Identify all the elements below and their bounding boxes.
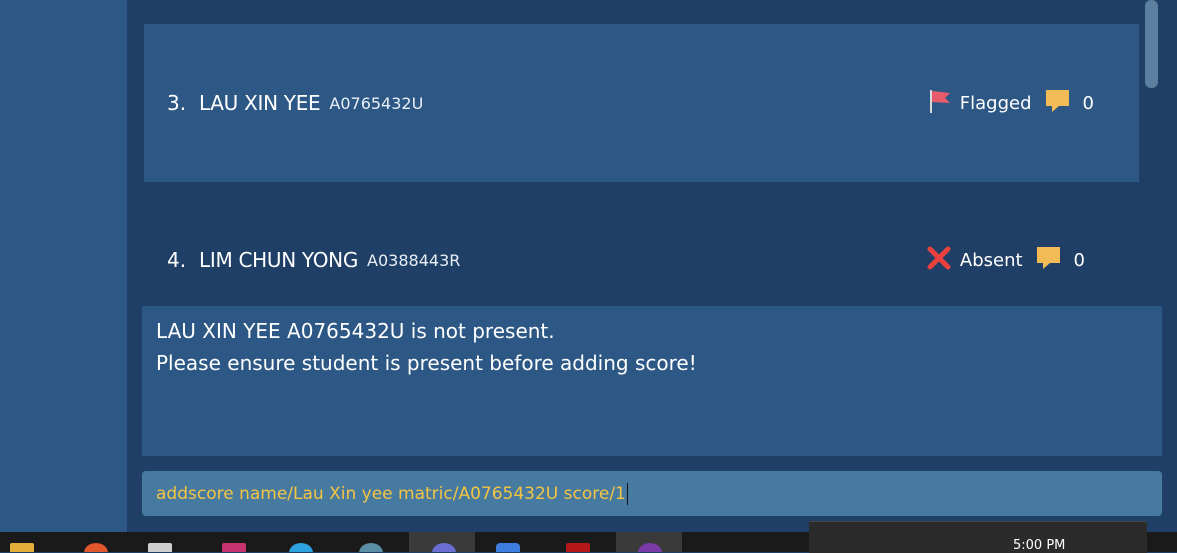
app-icon[interactable] [289, 543, 313, 552]
student-card[interactable]: 3. LAU XIN YEE A0765432U Flagged 0 [144, 24, 1139, 182]
folder-icon[interactable] [10, 543, 34, 552]
system-tray [809, 521, 1147, 553]
student-status-group: Flagged 0 [928, 88, 1094, 119]
student-card[interactable]: 4. LIM CHUN YONG A0388443R Absent 0 [144, 210, 1139, 310]
student-matric: A0388443R [367, 250, 461, 270]
student-name: LIM CHUN YONG [199, 248, 359, 272]
comment-icon [1044, 88, 1071, 118]
scrollbar-thumb[interactable] [1145, 0, 1158, 88]
comment-icon [1035, 245, 1062, 275]
student-index: 3. [167, 91, 187, 115]
student-status-group: Absent 0 [926, 245, 1085, 276]
result-line: LAU XIN YEE A0765432U is not present. [156, 319, 555, 343]
status-label: Absent [959, 249, 1023, 271]
status-label: Flagged [959, 92, 1032, 114]
app-icon[interactable] [566, 543, 590, 552]
command-input[interactable]: addscore name/Lau Xin yee matric/A076543… [142, 471, 1162, 516]
result-line: Please ensure student is present before … [156, 351, 697, 375]
comment-count: 0 [1082, 92, 1094, 114]
result-display: LAU XIN YEE A0765432U is not present. Pl… [142, 306, 1162, 456]
command-text: addscore name/Lau Xin yee matric/A076543… [156, 483, 626, 504]
app-icon[interactable] [148, 543, 172, 552]
flag-icon [928, 88, 952, 119]
app-icon[interactable] [84, 543, 108, 552]
student-name: LAU XIN YEE [199, 91, 321, 115]
app-icon[interactable] [496, 543, 520, 552]
app-icon[interactable] [359, 543, 383, 552]
comment-count: 0 [1073, 249, 1085, 271]
text-caret [626, 482, 629, 505]
student-matric: A0765432U [329, 93, 424, 113]
sidebar [0, 0, 127, 532]
cross-icon [926, 245, 952, 276]
app-icon[interactable] [222, 543, 246, 552]
student-index: 4. [167, 248, 187, 272]
taskbar-clock: 5:00 PM [1013, 538, 1066, 553]
